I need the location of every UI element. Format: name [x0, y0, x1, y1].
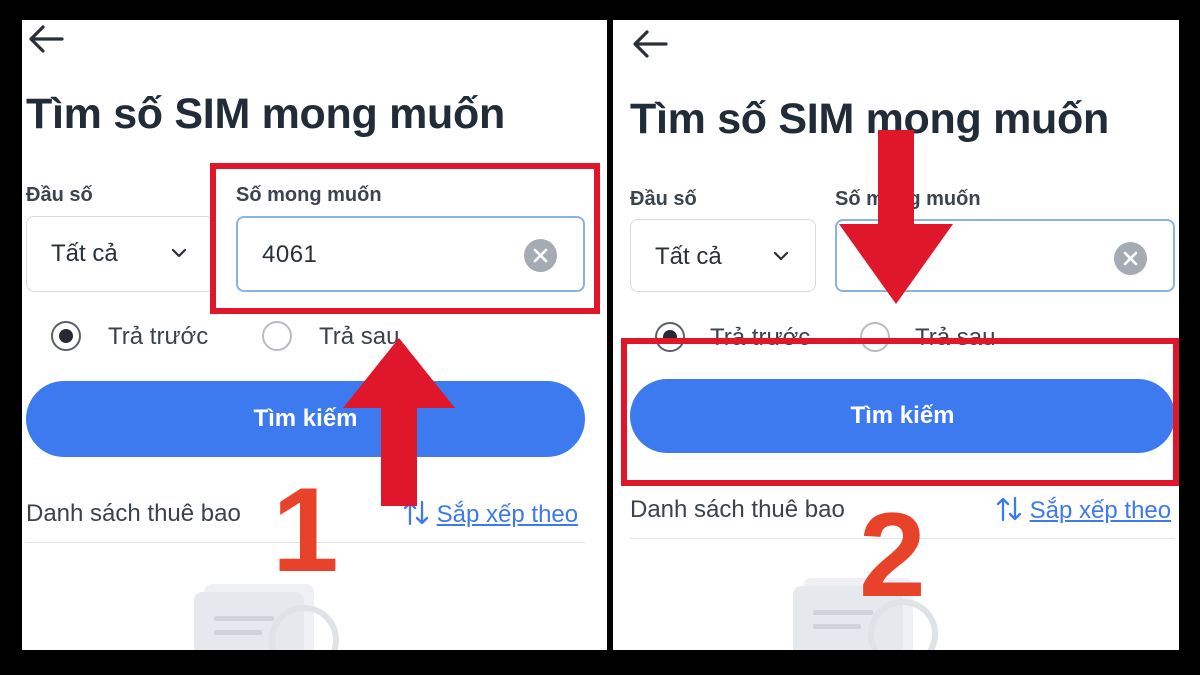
sort-link[interactable]: Sắp xếp theo [995, 496, 1171, 525]
sort-icon [996, 496, 1022, 522]
prefix-select[interactable]: Tất cả [630, 219, 816, 292]
step-number: 2 [859, 488, 926, 622]
chevron-down-icon [171, 248, 187, 258]
step-number: 1 [272, 463, 339, 597]
sort-label: Sắp xếp theo [436, 501, 579, 528]
sort-label: Sắp xếp theo [1029, 497, 1172, 524]
highlight-box-desired-number [210, 163, 600, 314]
red-up-arrow-icon [343, 338, 455, 506]
screen-panel-1: Tìm số SIM mong muốn Đầu số Số mong muốn… [22, 20, 607, 650]
radio-prepaid-label: Trả trước [108, 323, 209, 350]
back-arrow-icon[interactable] [26, 22, 66, 56]
clear-icon[interactable] [1114, 242, 1147, 275]
chevron-down-icon [773, 251, 789, 261]
red-down-arrow-icon [839, 130, 953, 304]
screen-panel-2: Tìm số SIM mong muốn Đầu số Số mong muốn… [613, 20, 1179, 650]
prefix-label: Đầu số [26, 184, 93, 206]
search-button[interactable]: Tìm kiếm [26, 381, 585, 457]
highlight-box-search-button [621, 338, 1179, 486]
radio-postpaid[interactable] [262, 321, 292, 351]
back-arrow-icon[interactable] [630, 27, 670, 61]
prefix-select-value: Tất cả [51, 240, 118, 267]
subscriber-list-title: Danh sách thuê bao [26, 500, 241, 527]
page-title: Tìm số SIM mong muốn [26, 90, 505, 138]
prefix-select[interactable]: Tất cả [26, 216, 214, 292]
prefix-label: Đầu số [630, 188, 697, 210]
subscriber-list-title: Danh sách thuê bao [630, 496, 845, 523]
radio-prepaid[interactable] [51, 321, 81, 351]
prefix-select-value: Tất cả [655, 243, 722, 270]
